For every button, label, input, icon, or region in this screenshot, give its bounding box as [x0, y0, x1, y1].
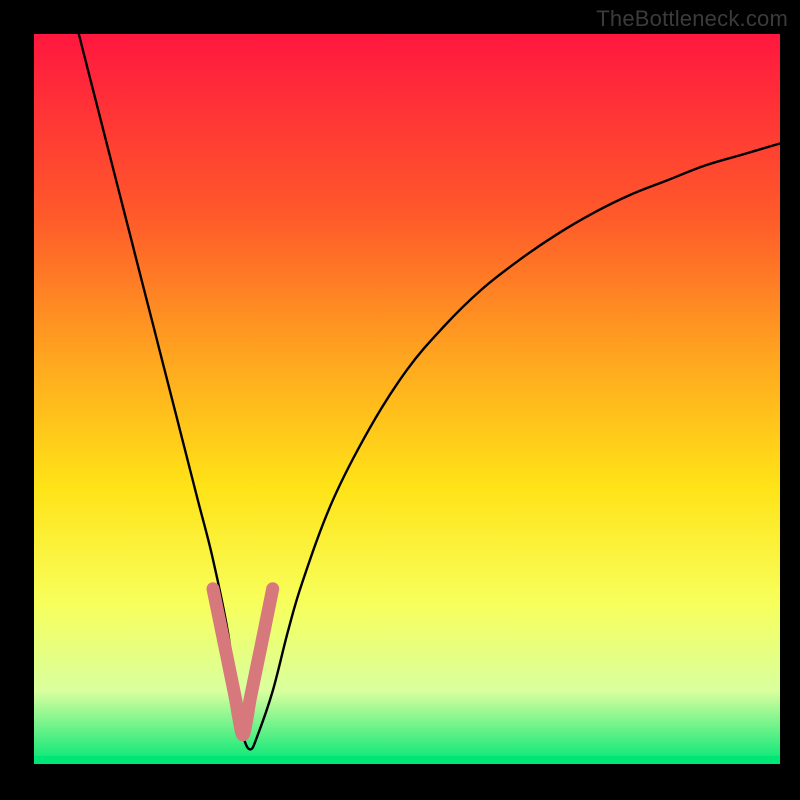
plot-area [34, 34, 780, 764]
baseline-strip [34, 756, 780, 764]
watermark-text: TheBottleneck.com [596, 6, 788, 32]
chart-stage: TheBottleneck.com [0, 0, 800, 800]
bottleneck-chart [0, 0, 800, 800]
